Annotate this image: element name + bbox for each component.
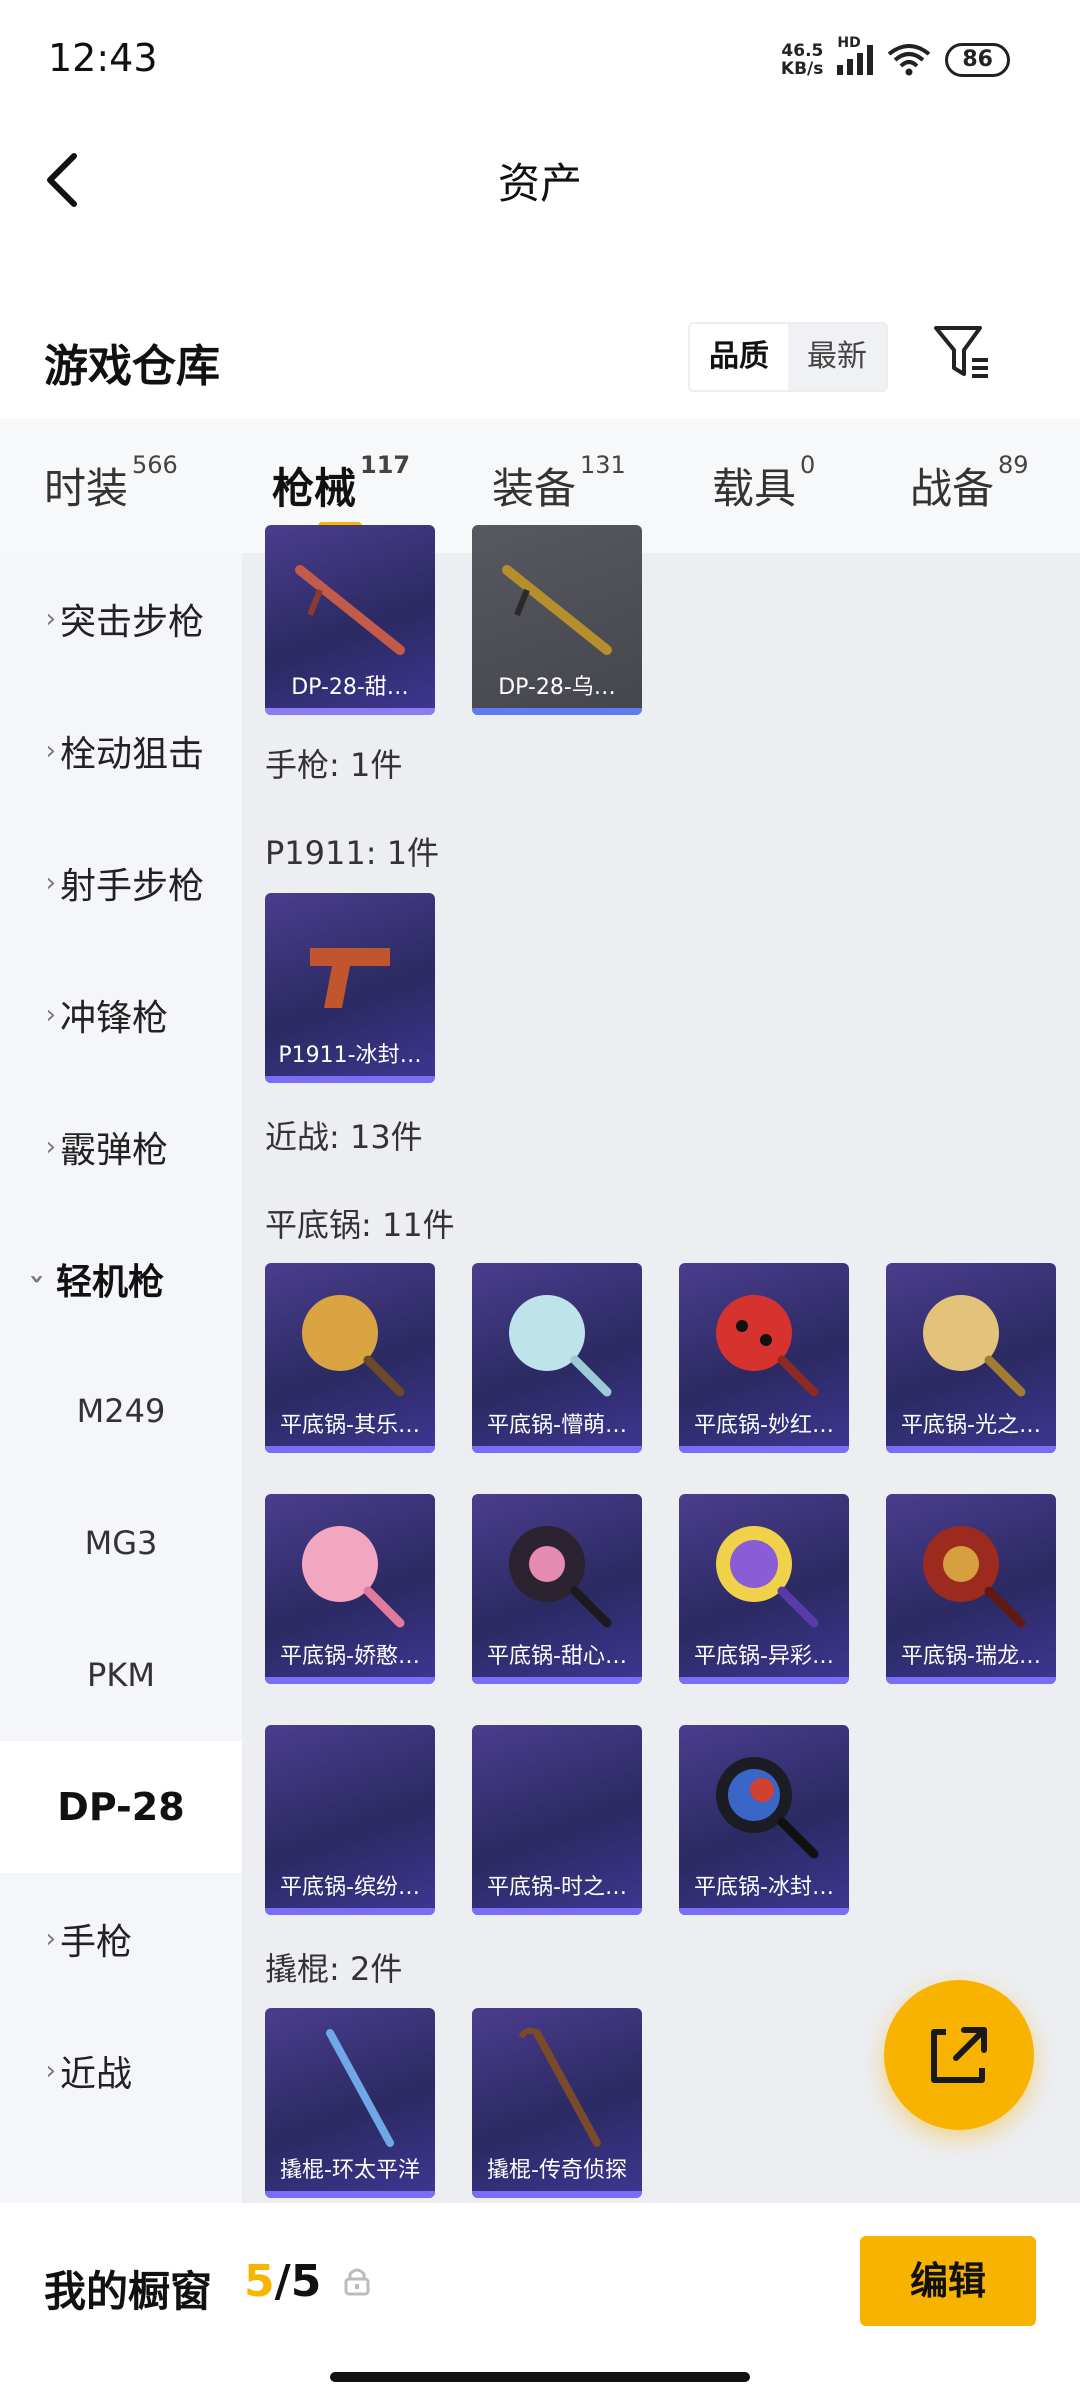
edit-button[interactable]: 编辑 — [860, 2236, 1036, 2326]
showcase-count: 5/5 — [244, 2256, 322, 2307]
frying-pan-icon — [509, 1295, 612, 1397]
home-indicator — [330, 2372, 750, 2382]
section-crowbar: 撬棍: 2件 — [265, 1950, 403, 1988]
frying-pan-icon — [923, 1295, 1026, 1397]
chevron-right-icon: › — [45, 868, 56, 898]
item-card[interactable]: DP-28-甜… — [265, 525, 435, 715]
tab-guns[interactable]: 枪械 117 — [272, 451, 410, 516]
chevron-right-icon: › — [45, 736, 56, 766]
section-melee: 近战: 13件 — [265, 1118, 423, 1156]
item-card[interactable]: 平底锅-娇憨… — [265, 1494, 435, 1684]
crowbar-icon — [518, 2027, 601, 2147]
item-card[interactable]: DP-28-乌… — [472, 525, 642, 715]
frying-pan-icon — [923, 1526, 1026, 1628]
rifle-icon — [502, 565, 612, 655]
status-time: 12:43 — [48, 36, 158, 80]
item-card[interactable]: 撬棍-传奇侦探 — [472, 2008, 642, 2198]
status-icons: 46.5 KB/s HD 86 — [780, 35, 1010, 79]
frying-pan-icon — [716, 1295, 819, 1397]
sidebar-item-smg[interactable]: › 冲锋枪 — [0, 949, 242, 1081]
sidebar-item-melee[interactable]: › 近战 — [0, 2005, 242, 2137]
showcase-title: 我的橱窗 — [44, 2267, 213, 2316]
frying-pan-icon — [716, 1526, 819, 1628]
item-card[interactable]: 平底锅-瑞龙… — [886, 1494, 1056, 1684]
sidebar-item-assault-rifle[interactable]: › 突击步枪 — [0, 553, 242, 685]
frying-pan-icon — [302, 1526, 405, 1628]
tab-supplies[interactable]: 战备 89 — [910, 451, 1029, 516]
item-card[interactable]: 平底锅-光之… — [886, 1263, 1056, 1453]
chevron-right-icon: › — [45, 604, 56, 634]
sort-toggle: 品质 最新 — [688, 322, 888, 392]
rifle-icon — [295, 565, 405, 655]
section-pan: 平底锅: 11件 — [265, 1206, 455, 1244]
filter-icon[interactable] — [932, 322, 992, 382]
section-pistol: 手枪: 1件 — [265, 746, 403, 784]
sidebar-sub-pkm[interactable]: PKM — [0, 1609, 242, 1741]
battery-indicator: 86 — [945, 43, 1010, 77]
sidebar-item-bolt-sniper[interactable]: › 栓动狙击 — [0, 685, 242, 817]
sidebar-item-lmg[interactable]: › 轻机枪 — [0, 1213, 242, 1345]
tab-equipment[interactable]: 装备 131 — [492, 451, 626, 516]
chevron-right-icon: › — [45, 1924, 56, 1954]
item-card[interactable]: 平底锅-冰封… — [679, 1725, 849, 1915]
sidebar-item-marksman[interactable]: › 射手步枪 — [0, 817, 242, 949]
sidebar-sub-dp28[interactable]: DP-28 — [0, 1741, 242, 1873]
wifi-icon — [888, 44, 931, 76]
chevron-right-icon: › — [45, 2056, 56, 2086]
item-card[interactable]: P1911-冰封… — [265, 893, 435, 1083]
item-card[interactable]: 撬棍-环太平洋 — [265, 2008, 435, 2198]
item-card[interactable]: 平底锅-甜心… — [472, 1494, 642, 1684]
item-card[interactable]: 平底锅-懵萌… — [472, 1263, 642, 1453]
tab-fashion[interactable]: 时装 566 — [44, 451, 178, 516]
sidebar-item-shotgun[interactable]: › 霰弹枪 — [0, 1081, 242, 1213]
sort-quality-button[interactable]: 品质 — [690, 324, 788, 390]
section-p1911: P1911: 1件 — [265, 834, 440, 872]
frying-pan-icon — [716, 1757, 819, 1859]
frying-pan-icon — [509, 1526, 612, 1628]
lock-icon — [344, 2268, 370, 2296]
item-card[interactable]: 平底锅-缤纷… — [265, 1725, 435, 1915]
pistol-icon — [310, 948, 390, 1008]
tab-vehicles[interactable]: 载具 0 — [712, 451, 815, 516]
item-card[interactable]: 平底锅-妙红… — [679, 1263, 849, 1453]
sidebar-sub-mg3[interactable]: MG3 — [0, 1477, 242, 1609]
frying-pan-icon — [302, 1295, 405, 1397]
chevron-down-icon: › — [22, 1273, 52, 1285]
warehouse-title: 游戏仓库 — [44, 341, 220, 392]
chevron-right-icon: › — [45, 1000, 56, 1030]
crowbar-icon — [326, 2029, 394, 2147]
page-title: 资产 — [497, 159, 582, 208]
net-speed: 46.5 KB/s — [780, 41, 824, 79]
share-button[interactable] — [884, 1980, 1034, 2130]
sidebar-sub-m249[interactable]: M249 — [0, 1345, 242, 1477]
sidebar-item-pistol[interactable]: › 手枪 — [0, 1873, 242, 2005]
cell-signal-icon: HD — [837, 35, 874, 75]
weapon-category-sidebar: › 突击步枪 › 栓动狙击 › 射手步枪 › 冲锋枪 › 霰弹枪 › 轻机枪 M249 MG… — [0, 553, 242, 2203]
item-card[interactable]: 平底锅-时之… — [472, 1725, 642, 1915]
sort-newest-button[interactable]: 最新 — [788, 324, 886, 390]
item-card[interactable]: 平底锅-异彩… — [679, 1494, 849, 1684]
share-icon — [931, 2027, 987, 2083]
item-card[interactable]: 平底锅-其乐… — [265, 1263, 435, 1453]
chevron-right-icon: › — [45, 1132, 56, 1162]
